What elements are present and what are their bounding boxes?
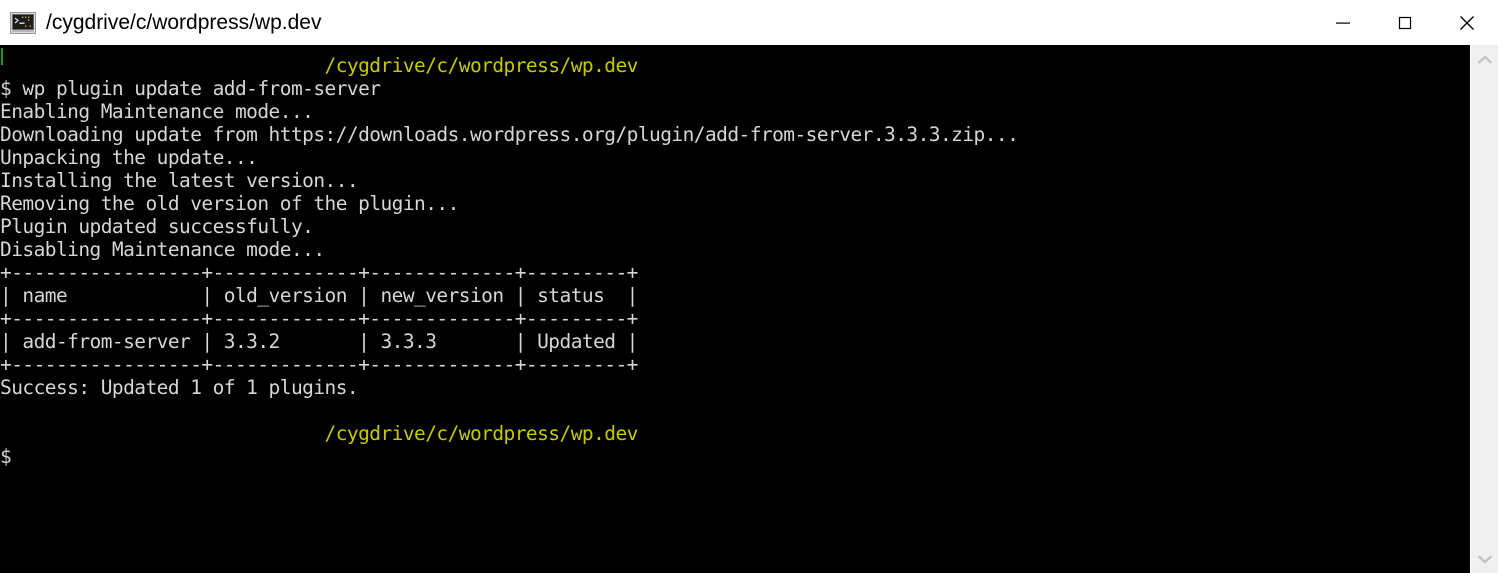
terminal-line-output-disabling-maintenance: Disabling Maintenance mode... bbox=[0, 238, 325, 261]
terminal-line-output-success: Success: Updated 1 of 1 plugins. bbox=[0, 376, 359, 399]
chevron-up-icon bbox=[1477, 54, 1492, 64]
terminal-line-table-header-row: | name | old_version | new_version | sta… bbox=[0, 284, 638, 307]
terminal-icon-glyph bbox=[10, 11, 36, 34]
terminal-line-prompt-2: $ bbox=[0, 445, 12, 468]
terminal-icon bbox=[10, 11, 36, 34]
window-controls bbox=[1312, 0, 1498, 45]
terminal-text-content: /cygdrive/c/wordpress/wp.dev $ wp plugin … bbox=[0, 54, 1470, 468]
terminal-line-table-data-row-1: | add-from-server | 3.3.2 | 3.3.3 | Upda… bbox=[0, 330, 638, 353]
terminal-line-output-unpacking: Unpacking the update... bbox=[0, 146, 258, 169]
terminal-line-table-top-border: +-----------------+-------------+-------… bbox=[0, 261, 638, 284]
close-button[interactable] bbox=[1436, 0, 1498, 45]
terminal-line-command-1: $ wp plugin update add-from-server bbox=[0, 77, 381, 100]
terminal-line-output-downloading-update: Downloading update from https://download… bbox=[0, 123, 1019, 146]
minimize-icon bbox=[1336, 22, 1350, 24]
terminal-line-output-installing: Installing the latest version... bbox=[0, 169, 359, 192]
terminal-line-table-header-separator: +-----------------+-------------+-------… bbox=[0, 307, 638, 330]
terminal-line-prompt-path-2: /cygdrive/c/wordpress/wp.dev bbox=[0, 422, 639, 445]
scrollbar-down-button[interactable] bbox=[1471, 545, 1498, 573]
minimize-button[interactable] bbox=[1312, 0, 1374, 45]
terminal-window: /cygdrive/c/wordpress/wp.dev /cygdrive/c… bbox=[0, 0, 1498, 573]
chevron-down-icon bbox=[1477, 554, 1492, 564]
terminal-line-output-removing-old: Removing the old version of the plugin..… bbox=[0, 192, 459, 215]
terminal-line-output-plugin-updated: Plugin updated successfully. bbox=[0, 215, 314, 238]
scrollbar-track[interactable] bbox=[1471, 73, 1498, 545]
vertical-scrollbar[interactable] bbox=[1470, 45, 1498, 573]
window-titlebar: /cygdrive/c/wordpress/wp.dev bbox=[0, 0, 1498, 45]
window-title-text: /cygdrive/c/wordpress/wp.dev bbox=[46, 10, 322, 34]
terminal-line-output-enabling-maintenance: Enabling Maintenance mode... bbox=[0, 100, 314, 123]
maximize-icon bbox=[1398, 16, 1412, 29]
scrollbar-thumb[interactable] bbox=[1471, 73, 1498, 545]
terminal-output-area[interactable]: /cygdrive/c/wordpress/wp.dev $ wp plugin … bbox=[0, 45, 1470, 573]
terminal-line-blank-1 bbox=[0, 399, 1470, 422]
terminal-line-table-bottom-border: +-----------------+-------------+-------… bbox=[0, 353, 638, 376]
maximize-button[interactable] bbox=[1374, 0, 1436, 45]
scrollbar-up-button[interactable] bbox=[1471, 45, 1498, 73]
close-icon bbox=[1460, 15, 1474, 30]
terminal-line-prompt-path-1: /cygdrive/c/wordpress/wp.dev bbox=[0, 54, 639, 77]
